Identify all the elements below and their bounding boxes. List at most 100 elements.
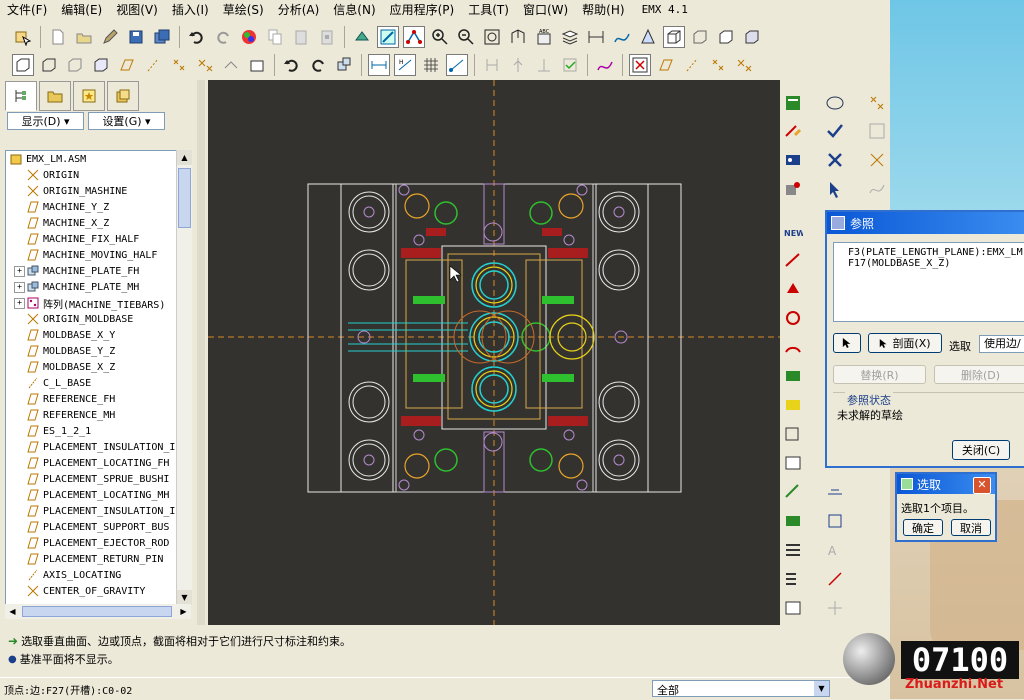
sketch-palette-icon[interactable] bbox=[782, 92, 804, 114]
dim-sub-icon[interactable] bbox=[824, 481, 846, 503]
settings-dropdown[interactable]: 设置(G) ▾ bbox=[88, 112, 165, 130]
reorient-icon[interactable] bbox=[507, 26, 529, 48]
open-file-icon[interactable] bbox=[73, 26, 95, 48]
undo2-icon[interactable] bbox=[281, 54, 303, 76]
close-button[interactable]: 关闭(C) bbox=[952, 440, 1010, 460]
tree-item[interactable]: REFERENCE_MH bbox=[6, 407, 181, 423]
close-x-icon[interactable]: ✕ bbox=[973, 477, 991, 494]
move-tool-icon[interactable] bbox=[824, 597, 846, 619]
close-window-icon[interactable] bbox=[629, 54, 651, 76]
redo2-icon[interactable] bbox=[307, 54, 329, 76]
select-reference-button[interactable] bbox=[833, 333, 861, 353]
trim-icon[interactable] bbox=[866, 149, 888, 171]
tangent-icon[interactable] bbox=[559, 54, 581, 76]
tree-vertical-scrollbar[interactable]: ▲ ▼ bbox=[176, 150, 192, 605]
dimension-normal-icon[interactable] bbox=[782, 481, 804, 503]
tree-item[interactable]: REFERENCE_FH bbox=[6, 391, 181, 407]
axis-tool-icon[interactable] bbox=[681, 54, 703, 76]
spin-center-icon[interactable] bbox=[220, 54, 242, 76]
paste-special-icon[interactable] bbox=[316, 26, 338, 48]
arc-tool-icon[interactable] bbox=[782, 336, 804, 358]
tree-item[interactable]: PLACEMENT_LOCATING_FH bbox=[6, 455, 181, 471]
menu-item-2[interactable]: 视图(V) bbox=[109, 1, 165, 18]
menu-item-5[interactable]: 分析(A) bbox=[271, 1, 327, 18]
mirror-tool-icon[interactable] bbox=[782, 568, 804, 590]
scroll-down-icon[interactable]: ▼ bbox=[177, 590, 192, 605]
tree-item[interactable]: + 阵列(MACHINE_TIEBARS) bbox=[6, 295, 181, 311]
tree-item[interactable]: PLACEMENT_RETURN_PIN bbox=[6, 551, 181, 567]
undo-icon[interactable] bbox=[186, 26, 208, 48]
tree-item[interactable]: + MACHINE_PLATE_FH bbox=[6, 263, 181, 279]
tab-folder-browser[interactable] bbox=[39, 81, 71, 111]
scroll-left-icon[interactable]: ◀ bbox=[5, 604, 20, 619]
no-hidden-icon[interactable] bbox=[715, 26, 737, 48]
zoom-out-icon[interactable] bbox=[455, 26, 477, 48]
model-hidden-icon[interactable] bbox=[64, 54, 86, 76]
tree-item[interactable]: ORIGIN_MOLDBASE bbox=[6, 311, 181, 327]
fillet-tool-icon[interactable] bbox=[782, 365, 804, 387]
tree-item[interactable]: CENTER_OF_GRAVITY bbox=[6, 583, 181, 599]
zoom-in-icon[interactable] bbox=[429, 26, 451, 48]
hscroll-thumb[interactable] bbox=[22, 606, 172, 617]
perpendicular-icon[interactable] bbox=[533, 54, 555, 76]
delete-button[interactable]: 删除(D) bbox=[934, 365, 1024, 384]
sketch-orient-icon[interactable] bbox=[377, 26, 399, 48]
color-appearance-icon[interactable] bbox=[238, 26, 260, 48]
shading-icon[interactable] bbox=[741, 26, 763, 48]
line-tool-icon[interactable] bbox=[782, 249, 804, 271]
datum-point-display-icon[interactable] bbox=[168, 54, 190, 76]
refit-icon[interactable] bbox=[481, 26, 503, 48]
model-display-icon[interactable] bbox=[12, 54, 34, 76]
panel-splitter[interactable] bbox=[197, 80, 205, 625]
reference-item-0[interactable]: F3(PLATE_LENGTH_PLANE):EMX_LM bbox=[848, 247, 1024, 258]
csys-tool-icon[interactable] bbox=[733, 54, 755, 76]
tree-item[interactable]: MOLDBASE_X_Y bbox=[6, 327, 181, 343]
tree-item[interactable]: ORIGIN_MASHINE bbox=[6, 183, 181, 199]
tree-item[interactable]: MACHINE_Y_Z bbox=[6, 199, 181, 215]
copy-icon[interactable] bbox=[264, 26, 286, 48]
menu-item-6[interactable]: 信息(N) bbox=[326, 1, 382, 18]
cancel-button[interactable]: 取消 bbox=[951, 519, 991, 536]
relations-icon[interactable] bbox=[333, 54, 355, 76]
saved-views-icon[interactable]: ABC bbox=[533, 26, 555, 48]
curve-icon[interactable] bbox=[866, 178, 888, 200]
tree-item[interactable]: PLACEMENT_SUPPORT_BUS bbox=[6, 519, 181, 535]
tree-item[interactable]: MACHINE_FIX_HALF bbox=[6, 231, 181, 247]
menu-item-4[interactable]: 草绘(S) bbox=[216, 1, 271, 18]
tree-item[interactable]: + MACHINE_PLATE_MH bbox=[6, 279, 181, 295]
menu-item-7[interactable]: 应用程序(P) bbox=[383, 1, 462, 18]
accept-icon[interactable] bbox=[824, 120, 846, 142]
spline-icon[interactable] bbox=[611, 26, 633, 48]
save-as-icon[interactable] bbox=[151, 26, 173, 48]
model-wire-icon[interactable] bbox=[38, 54, 60, 76]
sketch-tools-icon[interactable] bbox=[594, 54, 616, 76]
analysis-icon[interactable] bbox=[637, 26, 659, 48]
ok-button[interactable]: 确定 bbox=[903, 519, 943, 536]
hidden-line-icon[interactable] bbox=[689, 26, 711, 48]
select-filter-dropdown[interactable]: 使用边/ bbox=[979, 335, 1024, 353]
construction-icon[interactable] bbox=[782, 120, 804, 142]
tree-item[interactable]: C_L_BASE bbox=[6, 375, 181, 391]
tab-favorites[interactable] bbox=[73, 81, 105, 111]
paste-icon[interactable] bbox=[290, 26, 312, 48]
tree-item[interactable]: PLACEMENT_SPRUE_BUSHI bbox=[6, 471, 181, 487]
expand-icon[interactable]: + bbox=[14, 281, 25, 293]
select-tool-icon[interactable] bbox=[12, 26, 34, 48]
select-arrow-icon[interactable] bbox=[824, 178, 846, 200]
new-file-icon[interactable] bbox=[47, 26, 69, 48]
tree-item[interactable]: ES_1_2_1 bbox=[6, 423, 181, 439]
menu-item-10[interactable]: 帮助(H) bbox=[575, 1, 631, 18]
menu-item-3[interactable]: 插入(I) bbox=[165, 1, 216, 18]
graphics-window[interactable] bbox=[208, 80, 780, 625]
cancel-x-icon[interactable] bbox=[824, 149, 846, 171]
sketch-view-icon[interactable] bbox=[824, 92, 846, 114]
tree-item[interactable]: PLACEMENT_INSULATION_I bbox=[6, 439, 181, 455]
menu-item-8[interactable]: 工具(T) bbox=[461, 1, 516, 18]
sketch-points-icon[interactable] bbox=[403, 26, 425, 48]
references-list[interactable]: F3(PLATE_LENGTH_PLANE):EMX_LM F17(MOLDBA… bbox=[833, 242, 1024, 322]
csys-display-icon[interactable] bbox=[194, 54, 216, 76]
tree-item[interactable]: MOLDBASE_X_Z bbox=[6, 359, 181, 375]
palette-tool-icon[interactable] bbox=[782, 452, 804, 474]
palette-shapes-icon[interactable] bbox=[782, 597, 804, 619]
replace-button[interactable]: 替换(R) bbox=[833, 365, 926, 384]
